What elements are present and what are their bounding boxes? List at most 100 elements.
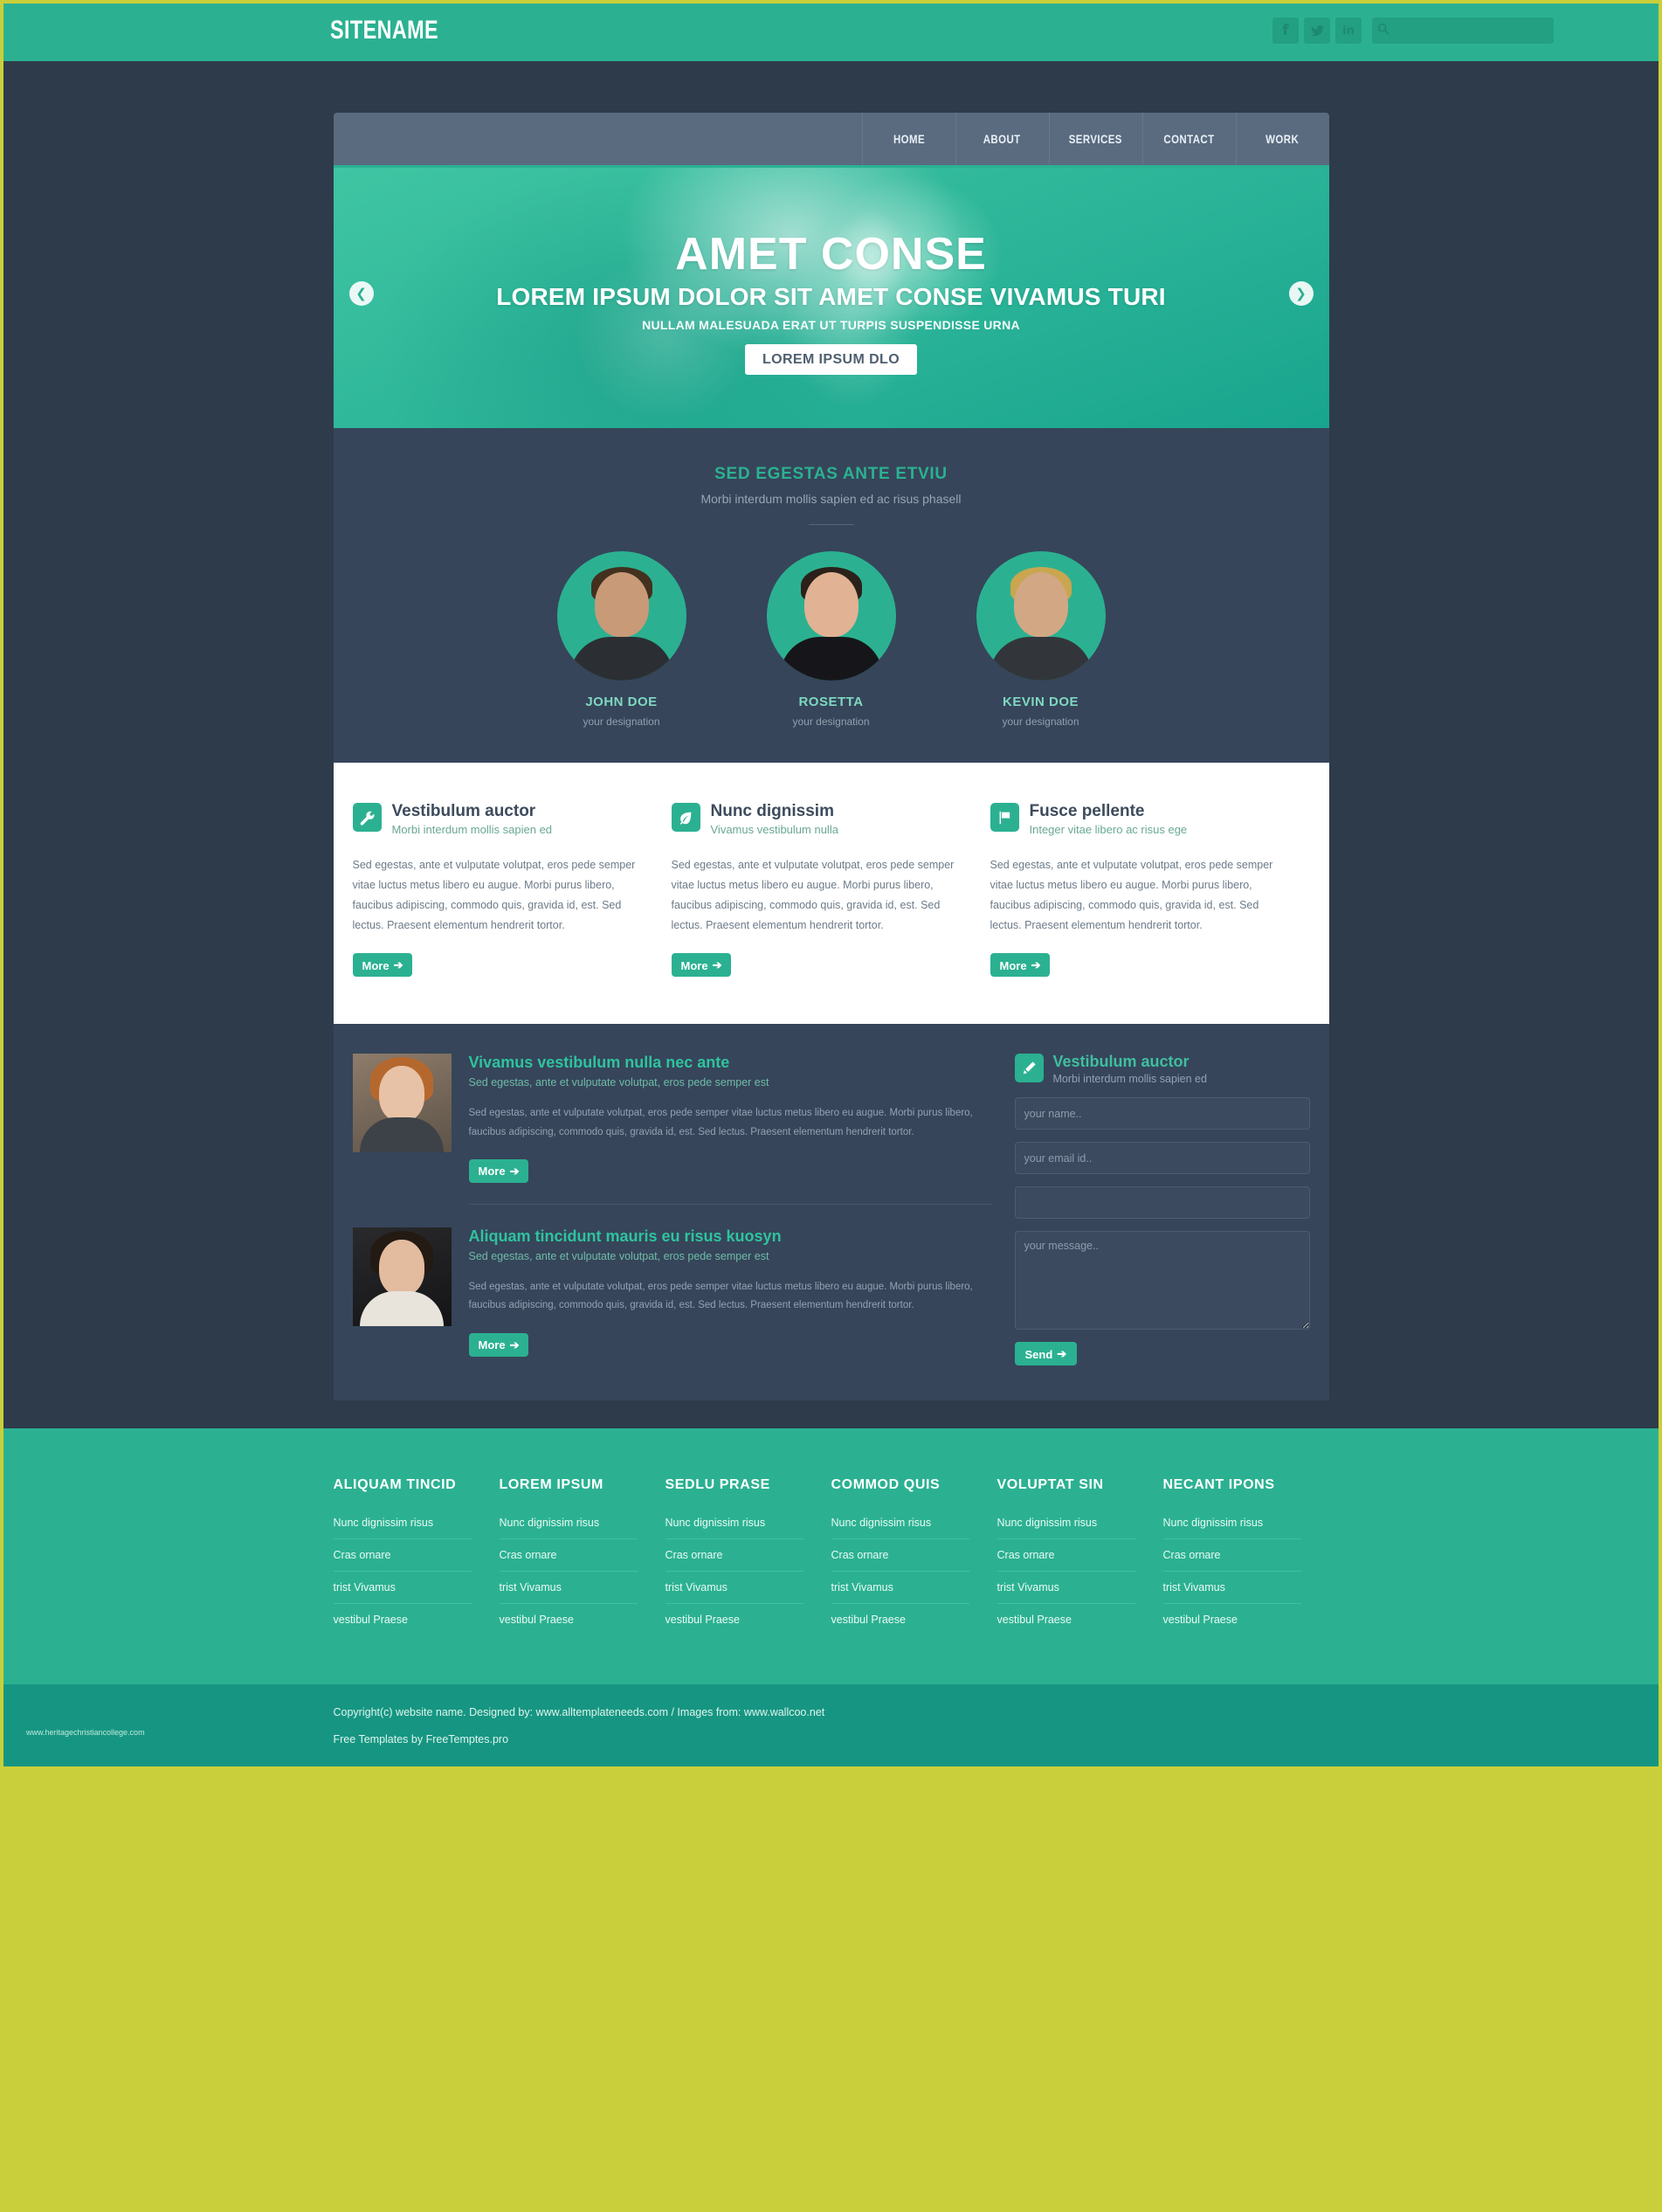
feature-subtitle: Vivamus vestibulum nulla bbox=[710, 822, 838, 836]
footer-column-title: ALIQUAM TINCID bbox=[333, 1477, 457, 1493]
team-member-role: your designation bbox=[583, 715, 660, 728]
arrow-right-icon: ➔ bbox=[509, 1164, 520, 1178]
footer-link[interactable]: trist Vivamus bbox=[333, 1572, 472, 1605]
hero-cta-button[interactable]: LOREM IPSUM DLO bbox=[744, 344, 918, 375]
nav-label: CONTACT bbox=[1163, 132, 1215, 146]
feature-body: Sed egestas, ante et vulputate volutpat,… bbox=[352, 858, 636, 932]
blog-post-title[interactable]: Vivamus vestibulum nulla nec ante bbox=[469, 1054, 992, 1072]
nav-label: HOME bbox=[893, 132, 925, 146]
twitter-icon[interactable] bbox=[1304, 17, 1330, 44]
footer-column: VOLUPTAT SIN Nunc dignissim risus Cras o… bbox=[997, 1477, 1163, 1635]
nav-item-services[interactable]: SERVICES bbox=[1048, 113, 1142, 165]
blog-post-text: Vivamus vestibulum nulla nec ante Sed eg… bbox=[468, 1054, 992, 1183]
footer-link[interactable]: vestibul Praese bbox=[997, 1604, 1135, 1635]
footer-link[interactable]: Nunc dignissim risus bbox=[665, 1507, 803, 1540]
avatar-body bbox=[779, 637, 883, 681]
feature-card: Fusce pellente Integer vitae libero ac r… bbox=[990, 803, 1309, 978]
footer-link[interactable]: trist Vivamus bbox=[831, 1572, 969, 1605]
feature-header: Vestibulum auctor Morbi interdum mollis … bbox=[352, 803, 644, 836]
footer-link[interactable]: Nunc dignissim risus bbox=[1162, 1507, 1301, 1540]
footer-column: COMMOD QUIS Nunc dignissim risus Cras or… bbox=[831, 1477, 997, 1635]
footer-link[interactable]: vestibul Praese bbox=[334, 1604, 472, 1635]
footer-link[interactable]: Cras ornare bbox=[831, 1539, 969, 1573]
footer-link[interactable]: trist Vivamus bbox=[665, 1572, 803, 1605]
blog-more-button[interactable]: More ➔ bbox=[468, 1332, 529, 1357]
footer-column: ALIQUAM TINCID Nunc dignissim risus Cras… bbox=[333, 1477, 500, 1635]
blog-post-text: Aliquam tincidunt mauris eu risus kuosyn… bbox=[468, 1227, 992, 1357]
thumb-face bbox=[379, 1066, 424, 1123]
footer-link[interactable]: vestibul Praese bbox=[500, 1604, 638, 1635]
thumb-body bbox=[360, 1290, 444, 1326]
footer-link[interactable]: Cras ornare bbox=[665, 1539, 803, 1573]
copyright-content: Copyright(c) website name. Designed by: … bbox=[334, 1684, 1329, 1745]
nav-label: SERVICES bbox=[1068, 132, 1123, 146]
blog-post-thumbnail[interactable] bbox=[352, 1227, 452, 1326]
facebook-icon[interactable]: f bbox=[1272, 17, 1299, 44]
footer-link[interactable]: vestibul Praese bbox=[1163, 1604, 1301, 1635]
contact-subtitle: Morbi interdum mollis sapien ed bbox=[1052, 1073, 1207, 1086]
blog-post-subtitle: Sed egestas, ante et vulputate volutpat,… bbox=[468, 1076, 769, 1089]
footer-link[interactable]: Nunc dignissim risus bbox=[997, 1507, 1135, 1540]
nav-item-home[interactable]: HOME bbox=[861, 113, 955, 165]
wrench-icon bbox=[352, 803, 382, 832]
feature-title: Nunc dignissim bbox=[710, 802, 834, 820]
blog-post-thumbnail[interactable] bbox=[352, 1054, 452, 1153]
blog-more-button[interactable]: More ➔ bbox=[468, 1158, 529, 1183]
nav-item-about[interactable]: ABOUT bbox=[955, 113, 1049, 165]
more-label: More bbox=[999, 958, 1027, 972]
message-field[interactable] bbox=[1014, 1231, 1310, 1331]
footer-link[interactable]: Nunc dignissim risus bbox=[831, 1507, 969, 1540]
feature-card: Vestibulum auctor Morbi interdum mollis … bbox=[352, 803, 672, 978]
thumb-body bbox=[360, 1117, 444, 1153]
feature-body: Sed egestas, ante et vulputate volutpat,… bbox=[671, 858, 955, 932]
feature-title: Fusce pellente bbox=[1029, 802, 1145, 820]
features-section: Vestibulum auctor Morbi interdum mollis … bbox=[333, 763, 1329, 1025]
footer-link[interactable]: trist Vivamus bbox=[997, 1572, 1135, 1605]
footer-link[interactable]: trist Vivamus bbox=[499, 1572, 638, 1605]
team-members-list: JOHN DOE your designation ROSETTA your d… bbox=[334, 551, 1329, 728]
feature-more-button[interactable]: More ➔ bbox=[352, 953, 413, 978]
blog-post-body: Sed egestas, ante et vulputate volutpat,… bbox=[468, 1108, 973, 1137]
search-box bbox=[1372, 17, 1554, 44]
blog-post: Vivamus vestibulum nulla nec ante Sed eg… bbox=[352, 1054, 992, 1183]
email-field[interactable] bbox=[1014, 1142, 1310, 1175]
search-input[interactable] bbox=[1372, 17, 1554, 44]
footer-link[interactable]: Nunc dignissim risus bbox=[333, 1507, 472, 1540]
linkedin-icon[interactable]: in bbox=[1335, 17, 1362, 44]
nav-item-work[interactable]: WORK bbox=[1235, 113, 1329, 165]
footer-link[interactable]: Cras ornare bbox=[333, 1539, 472, 1573]
more-label: More bbox=[478, 1165, 506, 1179]
send-button[interactable]: Send ➔ bbox=[1014, 1342, 1078, 1366]
team-member[interactable]: JOHN DOE your designation bbox=[534, 551, 709, 728]
blog-post-body: Sed egestas, ante et vulputate volutpat,… bbox=[468, 1281, 973, 1311]
team-member[interactable]: KEVIN DOE your designation bbox=[954, 551, 1128, 728]
phone-field[interactable] bbox=[1014, 1186, 1310, 1220]
footer-link[interactable]: Cras ornare bbox=[499, 1539, 638, 1573]
feature-more-button[interactable]: More ➔ bbox=[671, 953, 732, 978]
feature-text: Fusce pellente Integer vitae libero ac r… bbox=[1030, 803, 1188, 836]
feature-subtitle: Integer vitae libero ac risus ege bbox=[1029, 822, 1188, 836]
avatar-head bbox=[803, 572, 859, 637]
nav-item-contact[interactable]: CONTACT bbox=[1141, 113, 1236, 165]
top-bar-actions: f in bbox=[1272, 17, 1554, 44]
blog-post-title[interactable]: Aliquam tincidunt mauris eu risus kuosyn bbox=[469, 1227, 992, 1246]
feature-subtitle: Morbi interdum mollis sapien ed bbox=[391, 822, 553, 836]
name-field[interactable] bbox=[1014, 1097, 1310, 1130]
footer-link[interactable]: Nunc dignissim risus bbox=[499, 1507, 638, 1540]
footer-column: LOREM IPSUM Nunc dignissim risus Cras or… bbox=[499, 1477, 665, 1635]
site-logo[interactable]: SITENAME bbox=[330, 16, 438, 45]
arrow-right-icon: ➔ bbox=[1031, 958, 1041, 972]
footer: ALIQUAM TINCID Nunc dignissim risus Cras… bbox=[3, 1428, 1659, 1767]
copyright-bar: www.heritagechristiancollege.com Copyrig… bbox=[3, 1684, 1659, 1767]
feature-more-button[interactable]: More ➔ bbox=[990, 953, 1051, 978]
team-member[interactable]: ROSETTA your designation bbox=[744, 551, 919, 728]
footer-link[interactable]: Cras ornare bbox=[997, 1539, 1135, 1573]
search-icon bbox=[1377, 23, 1391, 37]
more-label: More bbox=[362, 958, 390, 972]
footer-link[interactable]: vestibul Praese bbox=[831, 1604, 969, 1635]
footer-link[interactable]: Cras ornare bbox=[1162, 1539, 1301, 1573]
blog-post: Aliquam tincidunt mauris eu risus kuosyn… bbox=[352, 1227, 992, 1357]
watermark: www.heritagechristiancollege.com bbox=[26, 1728, 145, 1738]
footer-link[interactable]: vestibul Praese bbox=[665, 1604, 803, 1635]
footer-link[interactable]: trist Vivamus bbox=[1162, 1572, 1301, 1605]
